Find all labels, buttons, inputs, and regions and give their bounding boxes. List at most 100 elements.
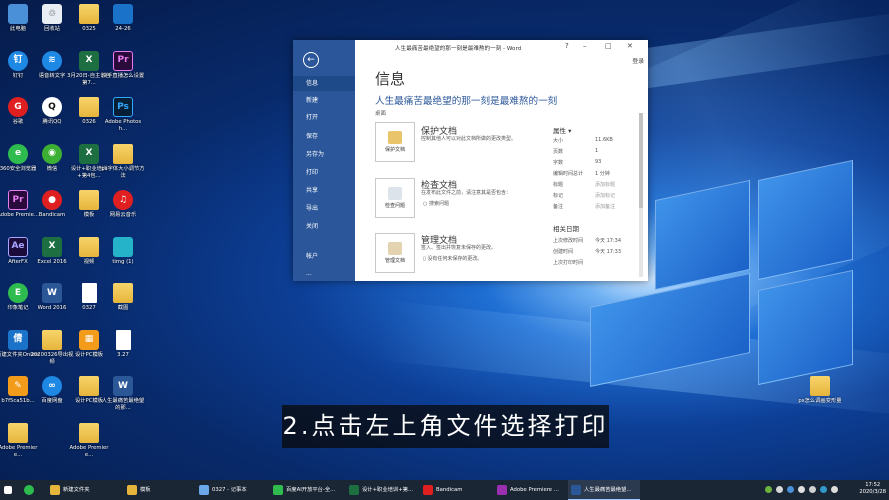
desktop-icon[interactable]: Adobe Premiere... <box>0 422 40 459</box>
taskbar-app-label: 人生最痛苦最绝望... <box>584 487 632 493</box>
taskbar-app-button[interactable]: 新建文件夹 <box>47 480 119 500</box>
folder-icon <box>79 376 99 396</box>
property-input[interactable]: 添加备注 <box>595 203 615 210</box>
tray-bluetooth-icon[interactable] <box>820 486 827 493</box>
nav-account[interactable]: 帐户 <box>293 249 355 264</box>
desktop-icon[interactable]: Pr 快手直播怎么设置 <box>101 50 145 80</box>
taskbar-app-label: 新建文件夹 <box>63 487 90 493</box>
tray-ime-icon[interactable] <box>809 486 816 493</box>
folder-icon <box>113 283 133 303</box>
date-value: 今天 17:34 <box>595 238 621 244</box>
tray-network-icon[interactable] <box>776 486 783 493</box>
taskbar-app-label: 百度AI开放平台-全... <box>286 487 336 493</box>
win-icon <box>113 4 133 24</box>
property-key: 标记 <box>553 193 564 199</box>
start-button[interactable] <box>0 480 16 500</box>
tray-app-icon[interactable] <box>765 486 772 493</box>
scrollbar[interactable] <box>639 113 643 277</box>
desktop-icon[interactable]: timg (1) <box>101 236 145 266</box>
nav-save[interactable]: 保存 <box>293 129 355 144</box>
folder-icon <box>79 4 99 24</box>
nav-new[interactable]: 新建 <box>293 93 355 108</box>
taskbar-app-button[interactable]: 0327 - 记事本 <box>196 480 268 500</box>
windows-start-icon <box>4 486 12 494</box>
nav-options[interactable]: ... <box>293 266 355 281</box>
related-dates-heading: 相关日期 <box>553 225 579 233</box>
desktop-icon-label: Adobe Photosh... <box>104 119 142 132</box>
desktop-icon[interactable]: Ps Adobe Photosh... <box>101 97 145 133</box>
desktop-icon-label: 24-26 <box>115 26 131 32</box>
check-issues-button[interactable]: 检查问题 <box>375 178 415 218</box>
taskbar-app-button[interactable]: 人生最痛苦最绝望... <box>568 480 640 500</box>
desktop-icon[interactable]: 3.27 <box>101 329 145 359</box>
document-location[interactable]: 桌面 <box>375 109 386 117</box>
property-input[interactable]: 添加标记 <box>595 192 615 199</box>
desktop-icon[interactable]: W 人生最痛苦最绝望的那... <box>101 376 145 412</box>
nav-save-as[interactable]: 另存为 <box>293 147 355 162</box>
manage-item-text: 没有任何未保存的更改。 <box>427 256 483 262</box>
taskbar-pinned-360[interactable] <box>16 480 42 500</box>
red-icon: ♫ <box>113 190 133 210</box>
desktop-icon[interactable]: 截图 <box>101 283 145 312</box>
property-input[interactable]: 添加标题 <box>595 181 615 188</box>
maximize-button[interactable]: □ <box>605 42 612 50</box>
app-icon <box>273 485 283 495</box>
app-icon <box>349 485 359 495</box>
date-key: 上次打印时间 <box>553 260 584 266</box>
wd-icon: W <box>42 283 62 303</box>
word-window[interactable]: ← 信息 新建 打开 保存 另存为 打印 共享 导出 关闭 帐户 ... 人生最… <box>293 40 648 281</box>
desktop-icon[interactable]: ♫ 网易云音乐 <box>101 190 145 219</box>
taskbar-app-button[interactable]: 设计+职业培训+第... <box>346 480 418 500</box>
tray-volume-icon[interactable] <box>798 486 805 493</box>
app-icon <box>497 485 507 495</box>
system-clock[interactable]: 17:52 2020/3/28 <box>859 482 886 496</box>
nav-info[interactable]: 信息 <box>293 76 355 91</box>
document-title: 人生最痛苦最绝望的那一刻是最难熬的一刻 <box>375 96 558 107</box>
taskbar-app-label: Bandicam <box>436 487 463 493</box>
taskbar-app-button[interactable]: 模板 <box>124 480 196 500</box>
taskbar-app-button[interactable]: Bandicam <box>420 480 492 500</box>
desktop-icon-label: 截图 <box>117 305 129 311</box>
help-button[interactable]: ? <box>565 42 569 50</box>
back-arrow-icon[interactable]: ← <box>303 52 319 68</box>
property-key: 标题 <box>553 182 564 188</box>
desktop-icon[interactable]: 24-26 <box>101 4 145 33</box>
desktop-icon[interactable]: Adobe Premiere... <box>67 422 111 459</box>
properties-heading[interactable]: 属性 ▾ <box>553 125 571 135</box>
property-key: 大小 <box>553 138 564 144</box>
manage-document-button[interactable]: 管理文档 <box>375 233 415 273</box>
close-button[interactable]: ✕ <box>627 42 633 50</box>
desktop-icon[interactable]: ps字体大小调节方法 <box>101 143 145 180</box>
red-icon: ● <box>42 190 62 210</box>
teal-icon <box>113 236 133 257</box>
desktop-icon[interactable]: ps怎么调画变形量 <box>798 376 842 405</box>
nav-share[interactable]: 共享 <box>293 183 355 198</box>
property-key: 备注 <box>553 204 564 210</box>
tray-shield-icon[interactable] <box>831 486 838 493</box>
app-icon <box>571 485 581 495</box>
desktop-icon-label: Adobe Premiere... <box>0 444 38 458</box>
desktop-icon-label: timg (1) <box>112 258 134 265</box>
taskbar-app-label: 设计+职业培训+第... <box>362 487 414 493</box>
tray-cloud-icon[interactable] <box>787 486 794 493</box>
folder-icon <box>810 376 830 396</box>
folder-icon <box>79 190 99 210</box>
nav-export[interactable]: 导出 <box>293 201 355 216</box>
minimize-button[interactable]: – <box>583 42 587 50</box>
taskbar-app-button[interactable]: Adobe Premiere ... <box>494 480 566 500</box>
folder-icon <box>79 236 99 257</box>
scrollbar-thumb[interactable] <box>639 113 643 208</box>
taskbar-app-button[interactable]: 百度AI开放平台-全... <box>270 480 342 500</box>
nav-open[interactable]: 打开 <box>293 110 355 125</box>
date-key: 上次修改时间 <box>553 238 584 244</box>
protect-document-button[interactable]: 保护文档 <box>375 122 415 162</box>
sign-in-link[interactable]: 登录 <box>632 56 644 65</box>
manage-card-label: 管理文档 <box>384 258 405 264</box>
title-bar: 人生最痛苦最绝望的那一刻是最难熬的一刻 - Word ? – □ ✕ <box>355 40 648 56</box>
desktop-icon-label: ps字体大小调节方法 <box>101 165 145 179</box>
nav-close[interactable]: 关闭 <box>293 219 355 234</box>
inspect-description: 在发布此文件之前，请注意其是否包含： <box>421 190 512 196</box>
ie-icon: ∞ <box>42 376 62 396</box>
nav-print[interactable]: 打印 <box>293 165 355 180</box>
taskbar: 新建文件夹 模板 0327 - 记事本 百度AI开放平台-全... 设计+职业培训+第.… <box>0 480 889 500</box>
